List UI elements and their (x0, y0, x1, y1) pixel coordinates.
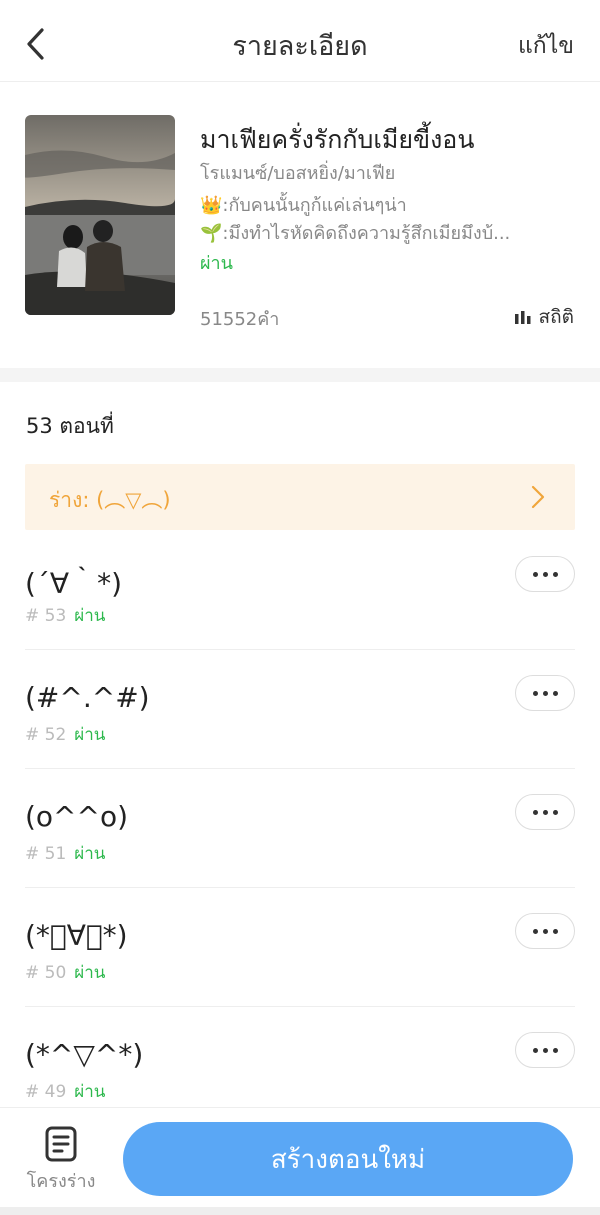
book-genre: โรแมนซ์/บอสหยิ่ง/มาเฟีย (200, 163, 396, 184)
more-options-button[interactable] (515, 556, 575, 592)
chapter-status: ผ่าน (74, 963, 106, 983)
stats-button[interactable]: สถิติ (514, 302, 574, 332)
chapter-meta: # 50 ผ่าน (25, 959, 105, 986)
outline-button[interactable]: โครงร่าง (18, 1126, 104, 1196)
book-title: มาเฟียครั่งรักกับเมียขี้งอน (200, 125, 475, 154)
draft-label: ร่าง: (︵▽︵) (49, 488, 171, 512)
more-options-button[interactable] (515, 1032, 575, 1068)
chapter-status: ผ่าน (74, 844, 106, 864)
edit-button[interactable]: แก้ไข (518, 28, 574, 64)
chapter-count-label: 53 ตอนที่ (26, 414, 114, 438)
chapter-meta: # 52 ผ่าน (25, 721, 105, 748)
more-dots-icon (532, 690, 538, 696)
more-dots-icon (532, 809, 538, 815)
page-title: รายละเอียด (232, 31, 368, 62)
book-status-badge: ผ่าน (200, 253, 233, 274)
bottom-edge (0, 1207, 600, 1215)
more-options-button[interactable] (515, 675, 575, 711)
chapter-status: ผ่าน (74, 606, 106, 626)
chapter-title: (*ﾟ∀ﾟ*) (25, 919, 128, 952)
create-new-chapter-button[interactable]: สร้างตอนใหม่ (123, 1122, 573, 1196)
chapter-number: # 52 (25, 725, 67, 745)
chapter-row[interactable]: (#^.^#) # 52 ผ่าน (25, 649, 575, 769)
more-dots-icon (532, 928, 538, 934)
stats-label: สถิติ (538, 306, 574, 328)
chapter-status: ผ่าน (74, 1082, 106, 1102)
book-description-line: 👑:กับคนนั้นกูก้แค่เล่นๆน่า (200, 195, 407, 216)
chapter-number: # 49 (25, 1082, 67, 1102)
word-count: 51552คำ (200, 309, 280, 330)
outline-label: โครงร่าง (26, 1171, 96, 1192)
chapter-title: (*^▽^*) (25, 1038, 144, 1071)
chapter-meta: # 51 ผ่าน (25, 840, 105, 867)
chapter-meta: # 53 ผ่าน (25, 602, 105, 629)
bar-chart-icon (514, 311, 531, 324)
chapter-number: # 50 (25, 963, 67, 983)
chapter-title: (o^^o) (25, 800, 129, 833)
chapter-number: # 53 (25, 606, 67, 626)
more-dots-icon (532, 1047, 538, 1053)
chevron-right-icon (531, 485, 545, 509)
top-nav-bar: รายละเอียด แก้ไข (0, 0, 600, 82)
bottom-action-bar: โครงร่าง สร้างตอนใหม่ (0, 1107, 600, 1207)
chapter-title: (#^.^#) (25, 681, 150, 714)
chapter-row[interactable]: (*ﾟ∀ﾟ*) # 50 ผ่าน (25, 887, 575, 1007)
chapter-row[interactable]: (o^^o) # 51 ผ่าน (25, 768, 575, 888)
section-divider (0, 368, 600, 382)
book-info-card: มาเฟียครั่งรักกับเมียขี้งอน โรแมนซ์/บอสห… (0, 82, 600, 368)
chapter-meta: # 49 ผ่าน (25, 1078, 105, 1105)
more-dots-icon (532, 571, 538, 577)
chapter-title: (´∀｀*) (25, 567, 123, 600)
outline-document-icon (45, 1126, 77, 1162)
draft-banner[interactable]: ร่าง: (︵▽︵) (25, 464, 575, 530)
chapter-row[interactable]: (´∀｀*) # 53 ผ่าน (25, 530, 575, 650)
book-cover-image (25, 115, 175, 315)
more-options-button[interactable] (515, 794, 575, 830)
chapter-number: # 51 (25, 844, 67, 864)
book-description-line: 🌱:มึงทำไรหัดคิดถึงความรู้สึกเมียมึงบ้... (200, 223, 511, 244)
more-options-button[interactable] (515, 913, 575, 949)
chapter-status: ผ่าน (74, 725, 106, 745)
